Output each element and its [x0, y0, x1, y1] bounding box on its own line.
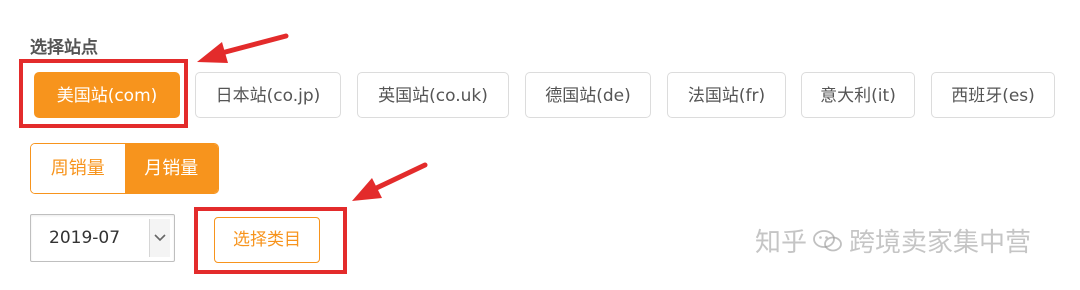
watermark-prefix: 知乎 — [755, 228, 808, 258]
watermark: 知乎 跨境卖家集中营 — [755, 222, 1031, 259]
watermark-account-name: 跨境卖家集中营 — [849, 228, 1032, 258]
annotation-arrow — [352, 162, 428, 201]
wechat-icon — [813, 228, 843, 254]
annotation-arrow — [197, 33, 289, 63]
